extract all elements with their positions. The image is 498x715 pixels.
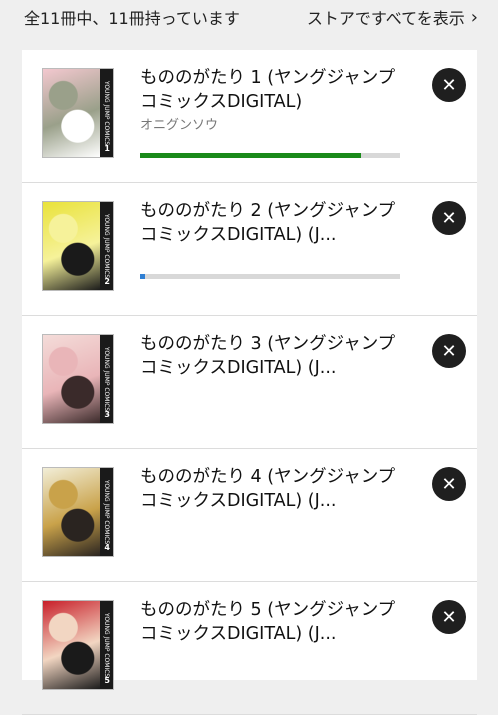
remove-book-button[interactable]: ✕ [432,201,466,235]
close-icon: ✕ [441,74,457,96]
close-icon: ✕ [441,340,457,362]
store-view-all-link[interactable]: ストアですべてを表示 › [307,5,478,29]
cover-art [43,69,101,157]
book-title[interactable]: もののがたり 4 (ヤングジャンプコミックスDIGITAL) (J... [140,465,402,513]
cover-art [43,202,101,290]
remove-book-button[interactable]: ✕ [432,467,466,501]
cover-volume-number: 3 [104,410,110,419]
store-link-label: ストアですべてを表示 [306,9,465,28]
book-list-item[interactable]: YOUNG JUMP COMICS 2 もののがたり 2 (ヤングジャンプコミックス… [22,183,477,316]
book-cover-image[interactable]: YOUNG JUMP COMICS 1 [42,68,114,158]
cover-volume-number: 5 [104,676,110,685]
book-title[interactable]: もののがたり 1 (ヤングジャンプコミックスDIGITAL) [140,66,402,114]
book-author: オニグンソウ [140,118,219,133]
cover-volume-number: 4 [104,543,110,552]
book-list: YOUNG JUMP COMICS 1 もののがたり 1 (ヤングジャンプコミックス… [22,50,477,715]
remove-book-button[interactable]: ✕ [432,334,466,368]
cover-volume-number: 1 [104,144,110,153]
remove-book-button[interactable]: ✕ [432,68,466,102]
book-title[interactable]: もののがたり 3 (ヤングジャンプコミックスDIGITAL) (J... [140,332,402,380]
book-list-item[interactable]: YOUNG JUMP COMICS 5 もののがたり 5 (ヤングジャンプコミックス… [22,582,477,715]
chevron-right-icon: › [470,6,478,28]
book-list-item[interactable]: YOUNG JUMP COMICS 4 もののがたり 4 (ヤングジャンプコミックス… [22,449,477,582]
cover-art [43,601,101,689]
remove-book-button[interactable]: ✕ [432,600,466,634]
book-title[interactable]: もののがたり 5 (ヤングジャンプコミックスDIGITAL) (J... [140,598,402,646]
owned-count-text: 全11冊中、11冊持っています [24,9,240,28]
book-cover-image[interactable]: YOUNG JUMP COMICS 2 [42,201,114,291]
book-title[interactable]: もののがたり 2 (ヤングジャンプコミックスDIGITAL) (J... [140,199,402,247]
reading-progress-bar [140,274,400,279]
reading-progress-bar [140,153,400,158]
book-list-item[interactable]: YOUNG JUMP COMICS 3 もののがたり 3 (ヤングジャンプコミックス… [22,316,477,449]
cover-art [43,335,101,423]
book-cover-image[interactable]: YOUNG JUMP COMICS 3 [42,334,114,424]
cover-volume-number: 2 [104,277,110,286]
close-icon: ✕ [441,473,457,495]
reading-progress-fill [140,274,146,279]
book-cover-image[interactable]: YOUNG JUMP COMICS 5 [42,600,114,690]
reading-progress-fill [140,153,361,158]
header: 全11冊中、11冊持っています ストアですべてを表示 › [0,0,498,34]
cover-art [43,468,101,556]
book-cover-image[interactable]: YOUNG JUMP COMICS 4 [42,467,114,557]
book-list-item[interactable]: YOUNG JUMP COMICS 1 もののがたり 1 (ヤングジャンプコミックス… [22,50,477,183]
close-icon: ✕ [441,606,457,628]
close-icon: ✕ [441,207,457,229]
